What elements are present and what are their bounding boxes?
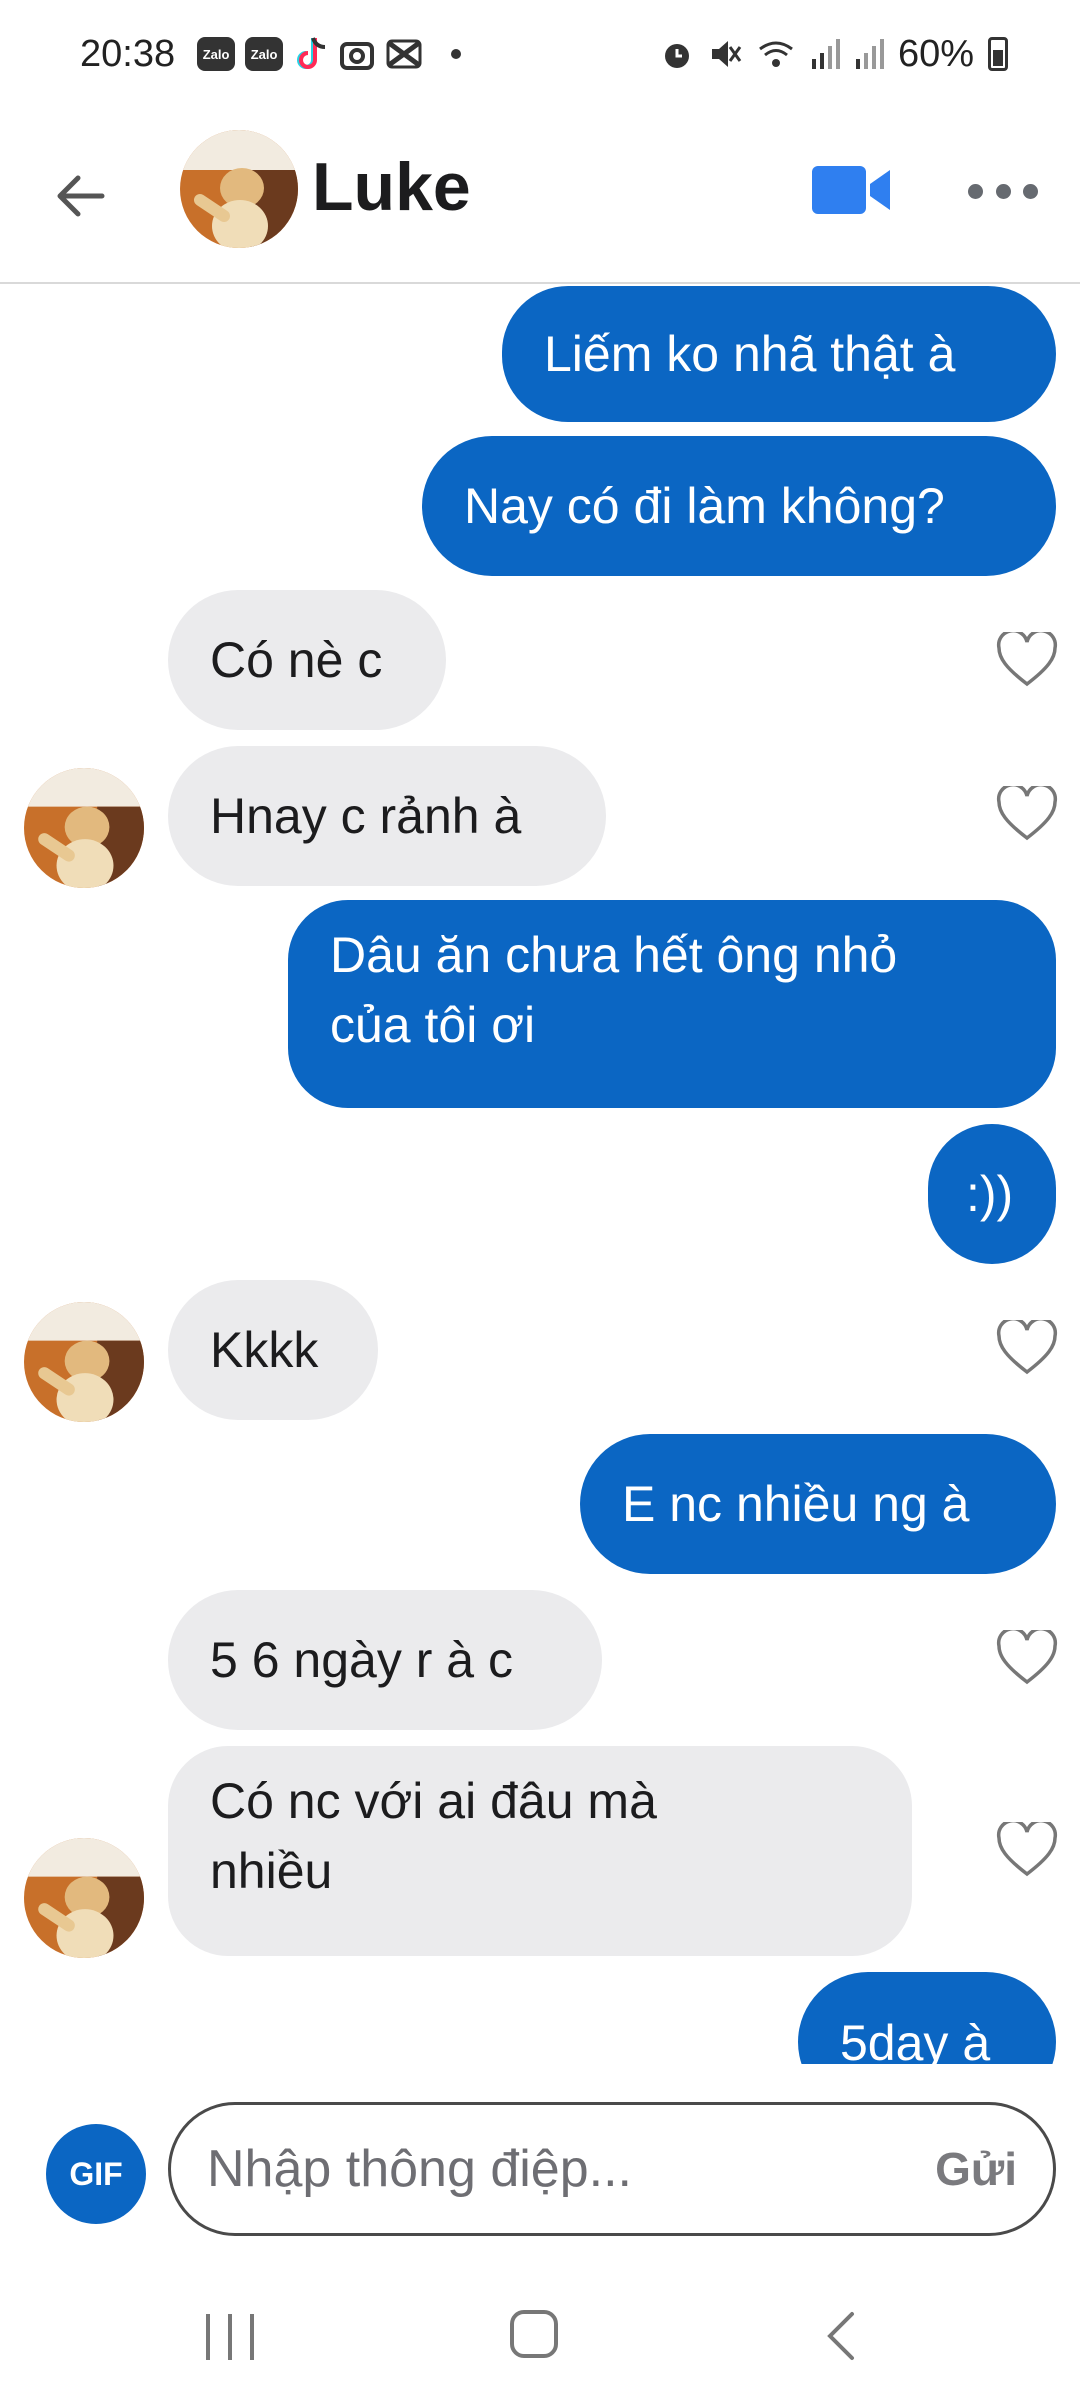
message-bubble-incoming[interactable]: Có nc với ai đâu mà nhiều xyxy=(168,1746,912,1956)
more-notifications-dot xyxy=(451,49,462,59)
message-bubble-outgoing[interactable]: 5day à xyxy=(798,1972,1056,2064)
signal-icon xyxy=(855,39,884,69)
heart-icon[interactable] xyxy=(996,1630,1058,1686)
arrow-left-icon xyxy=(57,175,105,217)
bar-icon xyxy=(250,2314,254,2360)
message-bubble-outgoing[interactable]: Liếm ko nhã thật à xyxy=(502,286,1056,422)
zalo-icon: Zalo xyxy=(245,37,284,71)
system-navigation-bar xyxy=(0,2284,1080,2400)
gif-button[interactable]: GIF xyxy=(46,2124,146,2224)
contact-avatar-small[interactable] xyxy=(24,1838,144,1958)
message-bubble-incoming[interactable]: 5 6 ngày r à c xyxy=(168,1590,602,1730)
heart-icon[interactable] xyxy=(996,786,1058,842)
heart-icon[interactable] xyxy=(996,1822,1058,1878)
message-text: 5day à xyxy=(840,2015,991,2064)
chat-header: Luke xyxy=(0,108,1080,284)
recent-apps-button[interactable] xyxy=(206,2314,254,2360)
message-text: E nc nhiều ng à xyxy=(622,1476,970,1532)
contact-name[interactable]: Luke xyxy=(312,148,471,226)
message-input[interactable]: Nhập thông điệp... Gửi xyxy=(168,2102,1056,2236)
message-list[interactable]: Liếm ko nhã thật à Nay có đi làm không? … xyxy=(0,286,1080,2064)
message-text: 5 6 ngày r à c xyxy=(210,1632,513,1688)
message-bubble-outgoing[interactable]: E nc nhiều ng à xyxy=(580,1434,1056,1574)
contact-avatar[interactable] xyxy=(180,130,298,248)
message-bubble-outgoing[interactable]: Dâu ăn chưa hết ông nhỏ của tôi ơi xyxy=(288,900,1056,1108)
message-composer: GIF Nhập thông điệp... Gửi xyxy=(0,2064,1080,2284)
more-options-button[interactable] xyxy=(968,176,1038,206)
notification-icons: Zalo Zalo xyxy=(197,34,462,74)
message-bubble-incoming[interactable]: Hnay c rảnh à xyxy=(168,746,606,886)
message-text: Có nc với ai đâu mà nhiều xyxy=(210,1773,657,1899)
video-call-button[interactable] xyxy=(810,160,894,220)
message-bubble-outgoing[interactable]: :)) xyxy=(928,1124,1056,1264)
heart-icon[interactable] xyxy=(996,632,1058,688)
dot-icon xyxy=(995,183,1011,199)
message-text: Dâu ăn chưa hết ông nhỏ của tôi ơi xyxy=(330,927,898,1053)
signal-icon xyxy=(811,39,840,69)
bar-icon xyxy=(206,2314,210,2360)
capcut-icon xyxy=(386,39,422,69)
video-camera-icon xyxy=(812,166,890,214)
back-button[interactable] xyxy=(50,166,110,226)
alarm-icon xyxy=(664,44,689,68)
message-text: Có nè c xyxy=(210,632,383,688)
contact-avatar-small[interactable] xyxy=(24,768,144,888)
heart-icon[interactable] xyxy=(996,1320,1058,1376)
mute-icon xyxy=(711,41,742,67)
status-time: 20:38 xyxy=(80,32,176,75)
message-text: :)) xyxy=(966,1166,1014,1222)
battery-percent: 60% xyxy=(897,32,974,75)
status-bar: 20:38 Zalo Zalo 60% xyxy=(0,0,1080,108)
send-button[interactable]: Gửi xyxy=(935,2142,1017,2196)
wifi-icon xyxy=(759,41,793,67)
message-bubble-incoming[interactable]: Kkkk xyxy=(168,1280,378,1420)
message-input-placeholder: Nhập thông điệp... xyxy=(207,2140,632,2198)
message-text: Liếm ko nhã thật à xyxy=(544,326,956,382)
dot-icon xyxy=(968,183,983,199)
system-icons: 60% xyxy=(660,0,1008,108)
message-bubble-outgoing[interactable]: Nay có đi làm không? xyxy=(422,436,1056,576)
contact-avatar-small[interactable] xyxy=(24,1302,144,1422)
bar-icon xyxy=(228,2314,232,2360)
message-text: Kkkk xyxy=(210,1322,319,1378)
message-text: Nay có đi làm không? xyxy=(464,478,945,534)
zalo-icon: Zalo xyxy=(197,37,236,71)
message-bubble-incoming[interactable]: Có nè c xyxy=(168,590,446,730)
back-nav-icon[interactable] xyxy=(820,2308,860,2364)
camera-icon xyxy=(340,42,375,70)
battery-icon xyxy=(988,37,1008,71)
home-button[interactable] xyxy=(510,2310,558,2358)
tiktok-icon xyxy=(297,37,326,69)
message-text: Hnay c rảnh à xyxy=(210,788,522,844)
dot-icon xyxy=(1023,183,1038,199)
